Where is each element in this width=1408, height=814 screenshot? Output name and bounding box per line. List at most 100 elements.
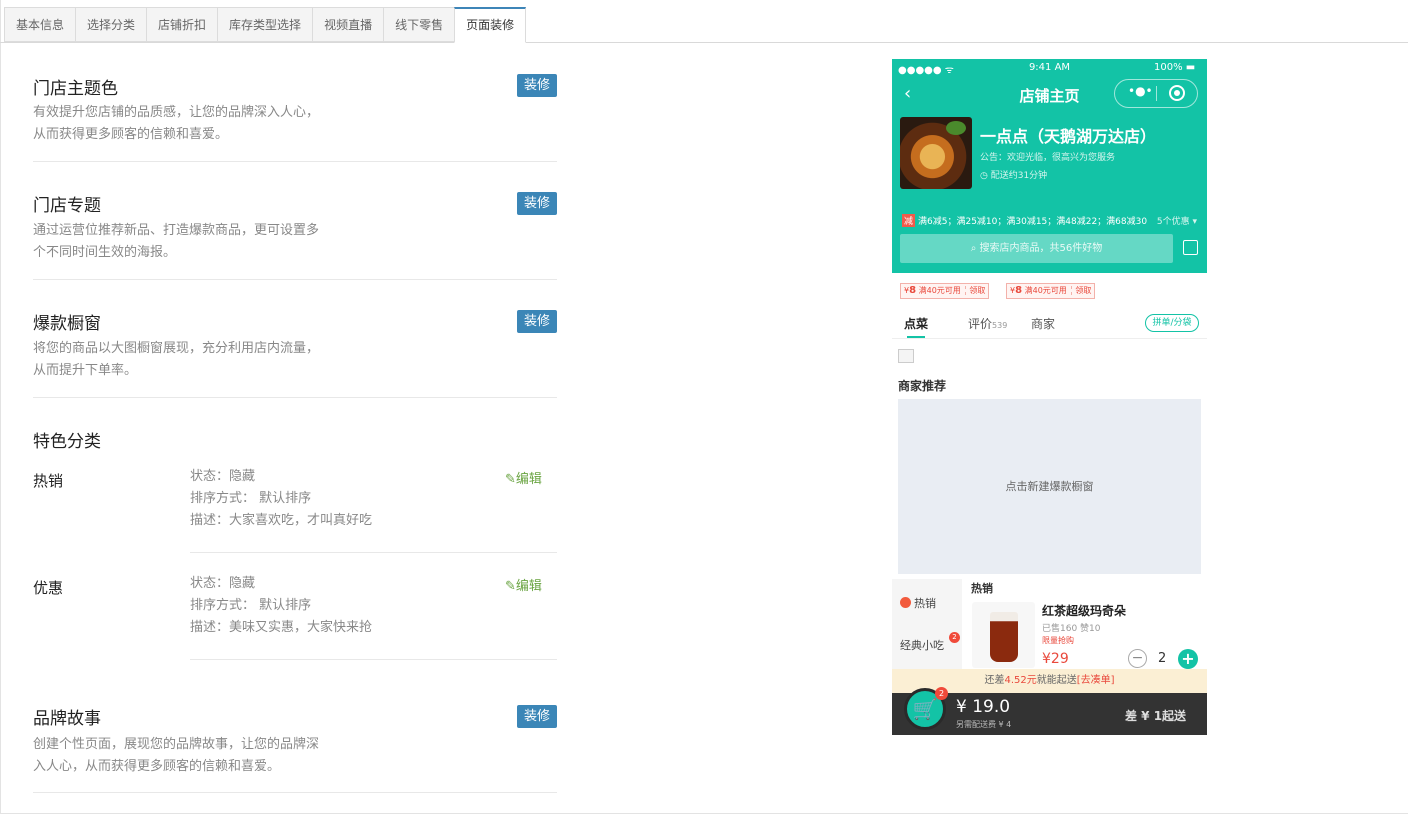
scan-icon[interactable] bbox=[1183, 240, 1198, 255]
coupon-2[interactable]: ¥8 满40元可用 领取 bbox=[1006, 283, 1096, 299]
section-brand-story: 品牌故事 装修 创建个性页面，展现您的品牌故事，让您的品牌深 入人心，从而获得更… bbox=[33, 680, 557, 793]
sidebar-item-hot[interactable]: 热销 bbox=[900, 595, 936, 611]
fire-icon bbox=[900, 597, 911, 608]
plus-icon[interactable]: + bbox=[1178, 649, 1198, 669]
window-decorate-button[interactable]: 装修 bbox=[517, 310, 557, 333]
tab-underline bbox=[907, 336, 925, 338]
search-icon: ⌕ bbox=[970, 243, 980, 254]
store-notice: 公告：欢迎光临，很高兴为您服务 bbox=[980, 153, 1116, 163]
edit-label: 编辑 bbox=[515, 472, 542, 487]
category-name-hot: 热销 bbox=[33, 472, 64, 490]
sidebar-item-snack[interactable]: 经典小吃 bbox=[900, 637, 944, 653]
section-desc-line2: 从而获得更多顾客的信赖和喜爱。 bbox=[33, 127, 229, 142]
tab-basic-info[interactable]: 基本信息 bbox=[4, 7, 76, 42]
category-edit-button-hot[interactable]: ✎编辑 bbox=[505, 468, 542, 487]
coupon-condition: 满40元可用 bbox=[1024, 286, 1067, 295]
category-sidebar: 热销 经典小吃 2 bbox=[892, 579, 962, 669]
section-title: 门店主题色 bbox=[33, 79, 118, 99]
search-placeholder: 搜索店内商品，共56件好物 bbox=[979, 243, 1103, 254]
hot-window-placeholder[interactable]: 点击新建爆款橱窗 bbox=[898, 399, 1201, 574]
product-name[interactable]: 红茶超级玛奇朵 bbox=[1042, 602, 1126, 619]
recommend-title: 商家推荐 bbox=[898, 379, 947, 393]
coupon-condition: 满40元可用 bbox=[918, 286, 961, 295]
featured-category-title: 特色分类 bbox=[33, 432, 101, 452]
coupon-amount: 8 bbox=[1015, 285, 1023, 296]
sidebar-badge: 2 bbox=[949, 632, 960, 643]
section-desc-line2: 入人心，从而获得更多顾客的信赖和喜爱。 bbox=[33, 759, 281, 774]
delivery-fee: 另需配送费 ¥ 4 bbox=[956, 720, 1012, 729]
group-order-button[interactable]: 拼单/分袋 bbox=[1145, 314, 1199, 332]
store-name: 一点点（天鹅湖万达店） bbox=[980, 127, 1157, 146]
section-desc-line2: 从而提升下单率。 bbox=[33, 363, 138, 378]
category-status: 状态：隐藏 bbox=[190, 469, 256, 484]
tip-link[interactable]: [去凑单] bbox=[1077, 675, 1115, 686]
coupon-get[interactable]: 领取 bbox=[1071, 286, 1092, 295]
phone-preview: ●●●●● ᯤ 9:41 AM 100% ▬ ‹ 店铺主页 •●• 一点点（天鹅… bbox=[892, 59, 1207, 735]
mini-program-capsule[interactable]: •●• bbox=[1114, 79, 1198, 108]
product-price: ¥29 bbox=[1042, 651, 1069, 667]
category-desc: 描述：大家喜欢吃，才叫真好吃 bbox=[190, 513, 373, 528]
capsule-divider bbox=[1156, 86, 1157, 101]
minus-icon[interactable]: − bbox=[1128, 649, 1147, 668]
category-sort: 排序方式： 默认排序 bbox=[190, 598, 312, 613]
tab-store-discount[interactable]: 店铺折扣 bbox=[146, 7, 218, 42]
edit-label: 编辑 bbox=[515, 579, 542, 594]
product-qty: 2 bbox=[1158, 651, 1167, 666]
section-desc-line1: 通过运营位推荐新品、打造爆款商品，更可设置多 bbox=[33, 223, 320, 238]
pencil-icon: ✎ bbox=[505, 579, 516, 594]
tab-video-live[interactable]: 视频直播 bbox=[312, 7, 384, 42]
promo-list: 减满6减5；满25减10；满30减15；满48减22；满68减30 bbox=[902, 214, 1147, 227]
section-theme-color: 门店主题色 装修 有效提升您店铺的品质感，让您的品牌深入人心， 从而获得更多顾客… bbox=[33, 60, 557, 162]
battery-level: 100% bbox=[1154, 62, 1183, 73]
sidebar-label: 热销 bbox=[914, 597, 936, 610]
section-desc-line1: 有效提升您店铺的品质感，让您的品牌深入人心， bbox=[33, 105, 320, 120]
promo-more[interactable]: 5个优惠 ▾ bbox=[1157, 214, 1197, 227]
promo-text: 满6减5；满25减10；满30减15；满48减22；满68减30 bbox=[918, 217, 1148, 227]
store-logo-image bbox=[900, 117, 972, 189]
tab-review-label: 评价 bbox=[968, 317, 993, 331]
brand-decorate-button[interactable]: 装修 bbox=[517, 705, 557, 728]
hot-section-title: 热销 bbox=[971, 582, 993, 595]
tab-offline-retail[interactable]: 线下零售 bbox=[383, 7, 455, 42]
more-icon[interactable]: •●• bbox=[1128, 84, 1153, 98]
product-limit: 限量抢购 bbox=[1042, 636, 1074, 645]
section-desc-line1: 创建个性页面，展现您的品牌故事，让您的品牌深 bbox=[33, 737, 320, 752]
delivery-time: ◷ 配送约31分钟 bbox=[980, 171, 1048, 181]
broken-image-icon bbox=[898, 349, 914, 363]
topic-decorate-button[interactable]: 装修 bbox=[517, 192, 557, 215]
store-search-input[interactable]: ⌕ 搜索店内商品，共56件好物 bbox=[900, 234, 1173, 263]
review-count: 539 bbox=[992, 321, 1008, 330]
cart-total: ¥ 19.0 bbox=[956, 697, 1011, 717]
tab-bar: 基本信息 选择分类 店铺折扣 库存类型选择 视频直播 线下零售 页面装修 bbox=[4, 7, 527, 43]
min-order-button[interactable]: 差 ¥ 1起送 bbox=[1125, 707, 1186, 724]
category-sort: 排序方式： 默认排序 bbox=[190, 491, 312, 506]
tab-page-decoration[interactable]: 页面装修 bbox=[454, 7, 527, 43]
tab-stock-type[interactable]: 库存类型选择 bbox=[217, 7, 313, 42]
tab-order[interactable]: 点菜 bbox=[904, 315, 928, 332]
cart-badge: 2 bbox=[935, 687, 948, 700]
theme-decorate-button[interactable]: 装修 bbox=[517, 74, 557, 97]
section-store-topic: 门店专题 装修 通过运营位推荐新品、打造爆款商品，更可设置多 个不同时间生效的海… bbox=[33, 162, 557, 280]
category-edit-button-discount[interactable]: ✎编辑 bbox=[505, 575, 542, 594]
store-header: ●●●●● ᯤ 9:41 AM 100% ▬ ‹ 店铺主页 •●• 一点点（天鹅… bbox=[892, 59, 1207, 273]
tab-review[interactable]: 评价539 bbox=[968, 315, 1007, 332]
section-desc-line2: 个不同时间生效的海报。 bbox=[33, 245, 177, 260]
coupon-amount: 8 bbox=[909, 285, 917, 296]
close-circle-icon[interactable] bbox=[1169, 85, 1185, 101]
product-image[interactable] bbox=[972, 602, 1035, 668]
tip-amount: 4.52元 bbox=[1004, 675, 1037, 686]
category-divider bbox=[190, 552, 557, 553]
section-title: 门店专题 bbox=[33, 196, 101, 216]
category-status: 状态：隐藏 bbox=[190, 576, 256, 591]
tip-mid: 就能起送 bbox=[1036, 675, 1077, 686]
category-desc: 描述：美味又实惠，大家快来抢 bbox=[190, 620, 373, 635]
category-name-discount: 优惠 bbox=[33, 579, 64, 597]
tab-select-category[interactable]: 选择分类 bbox=[75, 7, 147, 42]
section-desc-line1: 将您的商品以大图橱窗展现，充分利用店内流量， bbox=[33, 341, 320, 356]
section-title: 爆款橱窗 bbox=[33, 314, 101, 334]
coupon-1[interactable]: ¥8 满40元可用 领取 bbox=[900, 283, 990, 299]
tip-pre: 还差 bbox=[984, 675, 1005, 686]
product-sold: 已售160 赞10 bbox=[1042, 624, 1101, 634]
tab-merchant[interactable]: 商家 bbox=[1031, 315, 1055, 332]
coupon-get[interactable]: 领取 bbox=[965, 286, 986, 295]
